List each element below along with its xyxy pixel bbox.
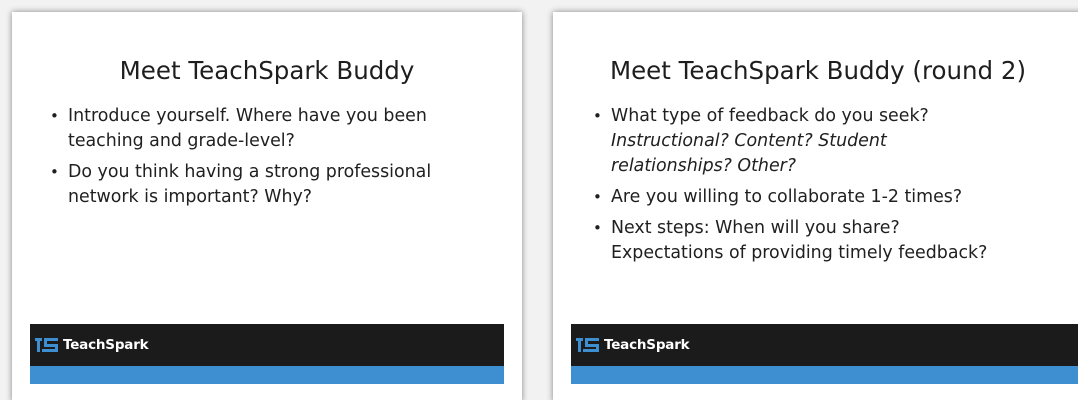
slide-2[interactable]: Meet TeachSpark Buddy (round 2) What typ… — [553, 12, 1078, 400]
brand: TeachSpark — [34, 335, 149, 355]
bullet-item: Next steps: When will you share? Expecta… — [591, 216, 1061, 266]
bullet-text: network is important? Why? — [68, 187, 312, 207]
bullet-text: Are you willing to collaborate 1-2 times… — [611, 187, 963, 207]
slide-title: Meet TeachSpark Buddy (round 2) — [609, 56, 1027, 85]
bullet-item: What type of feedback do you seek? Instr… — [591, 104, 1061, 179]
footer-bar: TeachSpark — [571, 324, 1078, 366]
bullet-list: What type of feedback do you seek? Instr… — [591, 104, 1061, 272]
bullet-text: teaching and grade-level? — [68, 131, 295, 151]
footer-bar: TeachSpark — [30, 324, 504, 366]
teachspark-logo-icon — [35, 338, 58, 352]
brand: TeachSpark — [575, 335, 690, 355]
bullet-text: Do you think having a strong professiona… — [68, 162, 432, 182]
bullet-item: Are you willing to collaborate 1-2 times… — [591, 185, 1061, 210]
brand-name: TeachSpark — [63, 337, 149, 353]
footer-accent-bar — [30, 366, 504, 384]
bullet-item: Do you think having a strong professiona… — [48, 160, 488, 210]
bullet-text: What type of feedback do you seek? — [611, 106, 929, 126]
bullet-list: Introduce yourself. Where have you been … — [48, 104, 488, 216]
bullet-text: Next steps: When will you share? — [611, 218, 900, 238]
bullet-text: relationships? Other? — [611, 156, 797, 176]
slide-1[interactable]: Meet TeachSpark Buddy Introduce yourself… — [12, 12, 522, 400]
bullet-text: Expectations of providing timely feedbac… — [611, 243, 988, 263]
footer-accent-bar — [571, 366, 1078, 384]
slide-title: Meet TeachSpark Buddy — [119, 56, 415, 85]
bullet-text: Introduce yourself. Where have you been — [68, 106, 427, 126]
bullet-item: Introduce yourself. Where have you been … — [48, 104, 488, 154]
bullet-text: Instructional? Content? Student — [611, 131, 887, 151]
brand-name: TeachSpark — [604, 337, 690, 353]
teachspark-logo-icon — [576, 338, 599, 352]
